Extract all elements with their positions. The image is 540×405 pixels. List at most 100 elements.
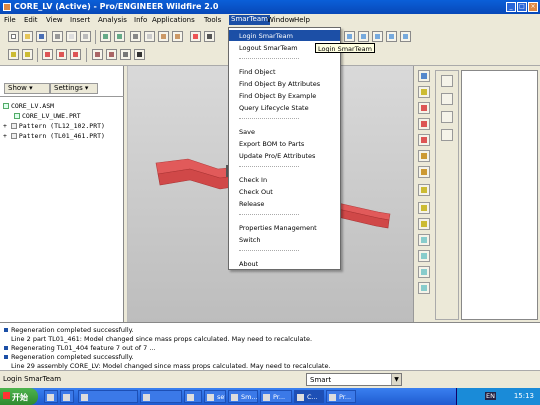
datum-point-tool-icon[interactable] <box>418 134 430 146</box>
menu-item-export-bom[interactable]: Export BOM to Parts <box>229 138 340 149</box>
datum-point-icon[interactable] <box>56 49 67 60</box>
refit-icon[interactable] <box>386 31 397 42</box>
analysis-tool-icon[interactable] <box>418 166 430 178</box>
taskbar-item-active[interactable]: C... <box>294 390 324 403</box>
taskbar-item[interactable] <box>184 390 202 403</box>
close-button[interactable]: × <box>528 2 538 12</box>
menu-item-check-out[interactable]: Check Out <box>229 186 340 197</box>
print-icon[interactable] <box>52 31 63 42</box>
chevron-down-icon[interactable]: ▼ <box>391 374 401 385</box>
menu-window[interactable]: Window <box>267 16 295 24</box>
shading-icon[interactable] <box>120 49 131 60</box>
part-icon <box>14 113 20 119</box>
view-repaint-icon[interactable] <box>344 31 355 42</box>
menu-tools[interactable]: Tools <box>204 16 221 24</box>
menu-item-check-in[interactable]: Check In <box>229 174 340 185</box>
taskbar-item[interactable] <box>140 390 182 403</box>
tree-item-part[interactable]: CORE_LV_UWE.PRT <box>14 112 81 120</box>
sketch-tool-icon[interactable] <box>418 70 430 82</box>
favorites-icon[interactable] <box>441 93 453 105</box>
help-cursor-icon[interactable] <box>134 49 145 60</box>
round-tool-icon[interactable] <box>418 266 430 278</box>
tree-item-pattern-2[interactable]: + Pattern (TL01_461.PRT) <box>3 132 105 140</box>
shell-tool-icon[interactable] <box>418 218 430 230</box>
maximize-button[interactable]: □ <box>517 2 527 12</box>
menu-view[interactable]: View <box>46 16 63 24</box>
minimize-button[interactable]: _ <box>506 2 516 12</box>
menu-info[interactable]: Info <box>134 16 147 24</box>
smart-filter-select[interactable]: Smart ▼ <box>306 373 402 386</box>
email-icon[interactable] <box>66 31 77 42</box>
quicklaunch-ie-icon[interactable] <box>60 390 74 403</box>
csys-tool-icon[interactable] <box>418 150 430 162</box>
menu-item-find-object[interactable]: Find Object <box>229 66 340 77</box>
menu-item-query-lifecycle[interactable]: Query Lifecycle State <box>229 102 340 113</box>
settings-tab[interactable]: Settings ▾ <box>50 83 98 94</box>
tree-item-root[interactable]: CORE_LV.ASM <box>3 102 54 110</box>
new-file-icon[interactable] <box>8 31 19 42</box>
taskbar-item[interactable] <box>78 390 138 403</box>
redo-icon[interactable] <box>114 31 125 42</box>
menu-item-login-smarteam[interactable]: Login SmarTeam <box>229 30 340 41</box>
menu-applications[interactable]: Applications <box>152 16 195 24</box>
menu-item-properties-management[interactable]: Properties Management <box>229 222 340 233</box>
orient-icon[interactable] <box>400 31 411 42</box>
coordinate-system-icon[interactable] <box>70 49 81 60</box>
tree-item-pattern-1[interactable]: + Pattern (TL12_102.PRT) <box>3 122 105 130</box>
taskbar-item[interactable]: Pr... <box>326 390 356 403</box>
datum-axis-icon[interactable] <box>42 49 53 60</box>
draft-tool-icon[interactable] <box>418 250 430 262</box>
zoom-out-icon[interactable] <box>372 31 383 42</box>
show-tab[interactable]: Show ▾ <box>4 83 50 94</box>
paste-icon[interactable] <box>158 31 169 42</box>
zoom-in-icon[interactable] <box>358 31 369 42</box>
menu-smarteam[interactable]: SmarTeam <box>229 15 270 25</box>
datum-plane-tool-icon[interactable] <box>418 86 430 98</box>
cut-icon[interactable] <box>130 31 141 42</box>
menu-item-switch[interactable]: Switch <box>229 234 340 245</box>
menu-help[interactable]: Help <box>294 16 310 24</box>
expand-icon[interactable]: + <box>3 132 7 140</box>
menu-item-release[interactable]: Release <box>229 198 340 209</box>
menu-insert[interactable]: Insert <box>70 16 90 24</box>
mail-icon[interactable] <box>80 31 91 42</box>
menu-item-update-attributes[interactable]: Update Pro/E Attributes <box>229 150 340 161</box>
chamfer-tool-icon[interactable] <box>418 282 430 294</box>
taskbar-item[interactable]: Sm... <box>228 390 258 403</box>
folder-browser-icon[interactable] <box>441 75 453 87</box>
rib-tool-icon[interactable] <box>418 234 430 246</box>
app-icon <box>3 3 11 11</box>
ime-indicator[interactable]: EN <box>485 392 496 400</box>
menu-file[interactable]: File <box>4 16 16 24</box>
taskbar-item[interactable]: set... <box>204 390 226 403</box>
component-tool-icon[interactable] <box>418 184 430 196</box>
menu-analysis[interactable]: Analysis <box>98 16 127 24</box>
quicklaunch-desktop-icon[interactable] <box>44 390 58 403</box>
save-icon[interactable] <box>36 31 47 42</box>
paste-special-icon[interactable] <box>172 31 183 42</box>
datum-plane-icon[interactable] <box>22 49 33 60</box>
annotation-icon[interactable] <box>106 49 117 60</box>
sketch-icon[interactable] <box>8 49 19 60</box>
regenerate-icon[interactable] <box>190 31 201 42</box>
datum-curve-tool-icon[interactable] <box>418 118 430 130</box>
clock[interactable]: 15:13 <box>514 392 534 400</box>
binoculars-icon[interactable] <box>204 31 215 42</box>
spin-center-icon[interactable] <box>92 49 103 60</box>
start-button[interactable]: 开始 <box>0 388 38 405</box>
connections-icon[interactable] <box>441 129 453 141</box>
copy-icon[interactable] <box>144 31 155 42</box>
menu-item-save[interactable]: Save <box>229 126 340 137</box>
menu-edit[interactable]: Edit <box>24 16 38 24</box>
hole-tool-icon[interactable] <box>418 202 430 214</box>
history-icon[interactable] <box>441 111 453 123</box>
undo-icon[interactable] <box>100 31 111 42</box>
expand-icon[interactable]: + <box>3 122 7 130</box>
taskbar-item[interactable]: Pr... <box>260 390 292 403</box>
open-folder-icon[interactable] <box>22 31 33 42</box>
menu-item-find-by-attributes[interactable]: Find Object By Attributes <box>229 78 340 89</box>
navigator-content[interactable] <box>461 70 538 320</box>
menu-item-find-by-example[interactable]: Find Object By Example <box>229 90 340 101</box>
menu-item-about[interactable]: About <box>229 258 340 269</box>
datum-axis-tool-icon[interactable] <box>418 102 430 114</box>
